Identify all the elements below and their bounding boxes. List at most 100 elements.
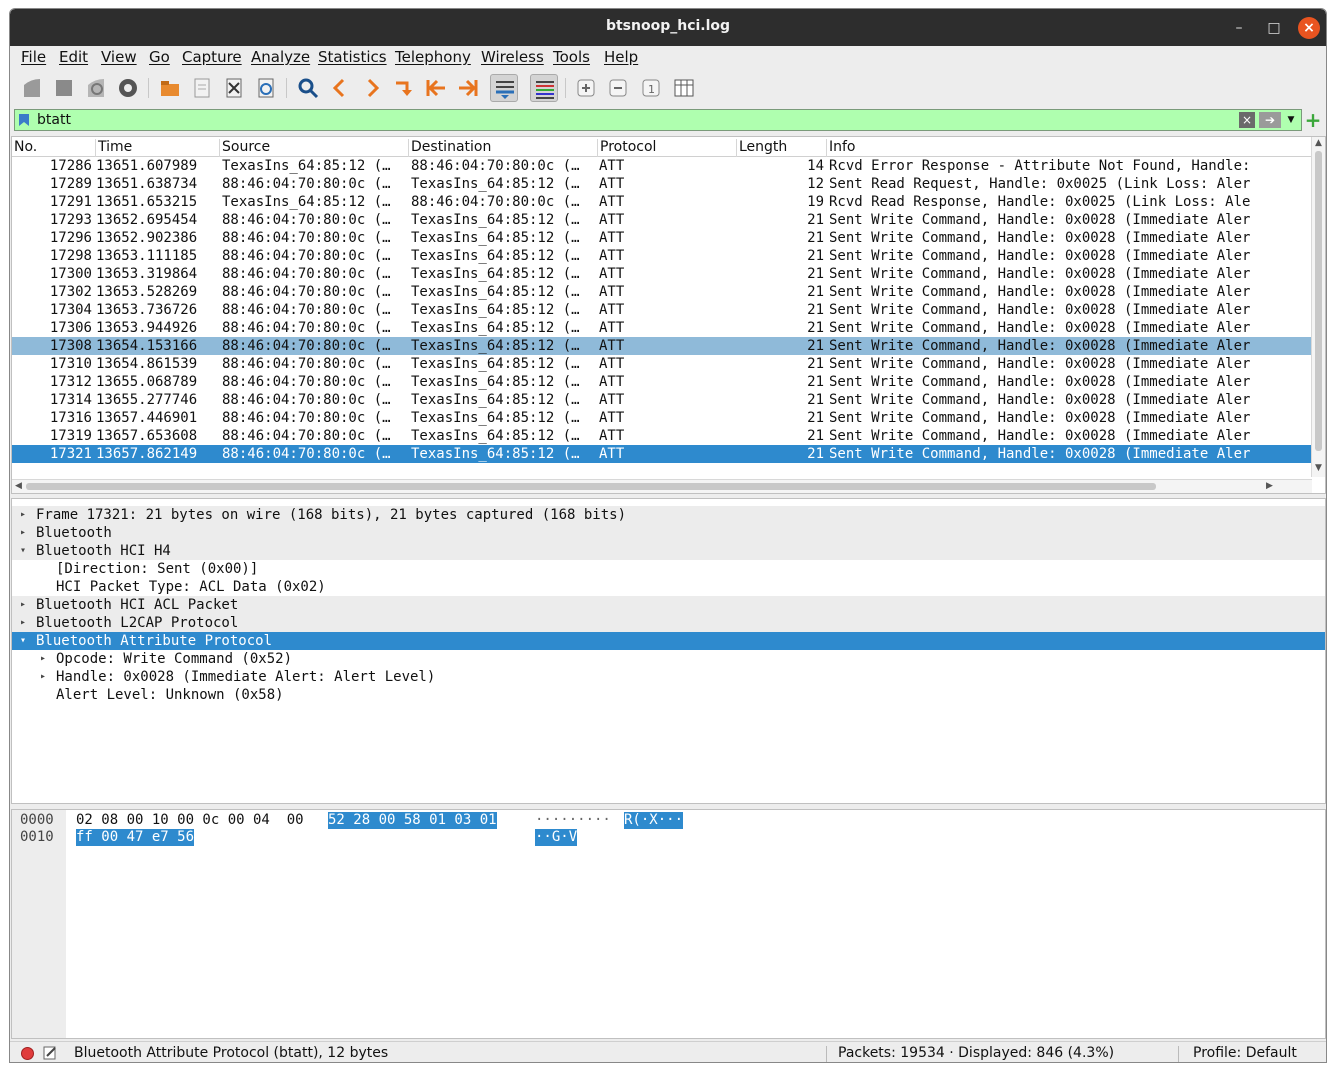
detail-tree-item[interactable]: Alert Level: Unknown (0x58) xyxy=(12,686,1325,704)
menu-statistics[interactable]: Statistics xyxy=(318,48,387,66)
menu-telephony[interactable]: Telephony xyxy=(395,48,471,66)
expanded-arrow-icon[interactable]: ▾ xyxy=(20,632,26,650)
detail-tree-item[interactable]: ▸ Handle: 0x0028 (Immediate Alert: Alert … xyxy=(12,668,1325,686)
table-row[interactable]: 17316 13657.446901 88:46:04:70:80:0c (… Tex… xyxy=(12,409,1312,427)
menu-help[interactable]: Help xyxy=(604,48,638,66)
column-no[interactable]: No. xyxy=(12,139,96,157)
detail-tree-item[interactable]: ▸ Bluetooth L2CAP Protocol xyxy=(12,614,1325,632)
detail-tree-item[interactable]: ▾ Bluetooth HCI H4 xyxy=(12,542,1325,560)
close-button[interactable]: × xyxy=(1298,17,1320,39)
status-field-info: Bluetooth Attribute Protocol (btatt), 12… xyxy=(74,1045,389,1061)
table-row[interactable]: 17304 13653.736726 88:46:04:70:80:0c (… Tex… xyxy=(12,301,1312,319)
collapsed-arrow-icon[interactable]: ▸ xyxy=(20,614,26,632)
packet-no: 17312 xyxy=(49,374,92,390)
table-row[interactable]: 17296 13652.902386 88:46:04:70:80:0c (… Tex… xyxy=(12,229,1312,247)
collapsed-arrow-icon[interactable]: ▸ xyxy=(20,596,26,614)
detail-tree-item[interactable]: ▸ Bluetooth HCI ACL Packet xyxy=(12,596,1325,614)
table-row[interactable]: 17310 13654.861539 88:46:04:70:80:0c (… Tex… xyxy=(12,355,1312,373)
table-row[interactable]: 17291 13651.653215 TexasIns_64:85:12 (… 88:… xyxy=(12,193,1312,211)
clear-filter-icon[interactable]: × xyxy=(1239,112,1255,128)
table-row[interactable]: 17306 13653.944926 88:46:04:70:80:0c (… Tex… xyxy=(12,319,1312,337)
restart-capture-icon[interactable] xyxy=(82,74,110,102)
capture-options-icon[interactable] xyxy=(114,74,142,102)
collapsed-arrow-icon[interactable]: ▸ xyxy=(40,650,46,668)
table-row[interactable]: 17308 13654.153166 88:46:04:70:80:0c (… Tex… xyxy=(12,337,1312,355)
colorize-icon[interactable] xyxy=(530,74,558,102)
minimize-button[interactable]: – xyxy=(1228,17,1250,39)
chevron-down-icon[interactable]: ▼ xyxy=(1285,112,1297,128)
go-back-icon[interactable] xyxy=(326,74,354,102)
resize-columns-icon[interactable] xyxy=(670,74,698,102)
expert-info-icon[interactable] xyxy=(21,1047,34,1060)
column-length[interactable]: Length xyxy=(737,139,827,157)
hex-row[interactable]: 0010 ff 00 47 e7 56 ··G·V xyxy=(12,829,1312,846)
normal-size-icon[interactable]: 1 xyxy=(637,74,665,102)
menu-file[interactable]: File xyxy=(21,48,46,66)
packet-list: No. Time Source Destination Protocol Len… xyxy=(11,136,1326,494)
hex-row[interactable]: 0000 02 08 00 10 00 0c 00 04 00 52 28 00… xyxy=(12,812,1312,829)
table-row[interactable]: 17314 13655.277746 88:46:04:70:80:0c (… Tex… xyxy=(12,391,1312,409)
packet-length: 21 xyxy=(807,284,824,300)
detail-tree-item[interactable]: ▸ Bluetooth xyxy=(12,524,1325,542)
column-info[interactable]: Info xyxy=(827,139,1312,157)
horizontal-scrollbar[interactable]: ◀ ▶ xyxy=(12,479,1312,493)
zoom-out-icon[interactable] xyxy=(604,74,632,102)
display-filter-bar[interactable]: btatt × ➔ ▼ xyxy=(14,109,1302,131)
go-to-packet-icon[interactable] xyxy=(390,74,418,102)
add-filter-button-icon[interactable]: + xyxy=(1303,110,1323,130)
close-file-icon[interactable] xyxy=(220,74,248,102)
last-packet-icon[interactable] xyxy=(454,74,482,102)
hex-offset: 0000 xyxy=(20,812,54,828)
menu-go[interactable]: Go xyxy=(149,48,170,66)
go-forward-icon[interactable] xyxy=(358,74,386,102)
packet-destination: TexasIns_64:85:12 (… xyxy=(411,428,580,444)
maximize-button[interactable]: □ xyxy=(1263,17,1285,39)
status-profile[interactable]: Profile: Default xyxy=(1193,1045,1297,1061)
stop-capture-icon[interactable] xyxy=(50,74,78,102)
table-row[interactable]: 17302 13653.528269 88:46:04:70:80:0c (… Tex… xyxy=(12,283,1312,301)
first-packet-icon[interactable] xyxy=(422,74,450,102)
column-source[interactable]: Source xyxy=(220,139,409,157)
menu-capture[interactable]: Capture xyxy=(182,48,242,66)
edit-comment-icon[interactable] xyxy=(43,1046,57,1060)
table-row[interactable]: 17298 13653.111185 88:46:04:70:80:0c (… Tex… xyxy=(12,247,1312,265)
zoom-in-icon[interactable] xyxy=(572,74,600,102)
apply-filter-icon[interactable]: ➔ xyxy=(1259,112,1281,128)
table-row[interactable]: 17300 13653.319864 88:46:04:70:80:0c (… Tex… xyxy=(12,265,1312,283)
bookmark-icon[interactable] xyxy=(18,113,30,127)
table-row[interactable]: 17321 13657.862149 88:46:04:70:80:0c (… Tex… xyxy=(12,445,1312,463)
table-row[interactable]: 17312 13655.068789 88:46:04:70:80:0c (… Tex… xyxy=(12,373,1312,391)
open-file-icon[interactable] xyxy=(156,74,184,102)
auto-scroll-icon[interactable] xyxy=(490,74,518,102)
packet-info: Sent Write Command, Handle: 0x0028 (Imme… xyxy=(829,230,1251,246)
detail-tree-item[interactable]: ▸ Frame 17321: 21 bytes on wire (168 bits… xyxy=(12,506,1325,524)
detail-tree-item[interactable]: ▾ Bluetooth Attribute Protocol xyxy=(12,632,1325,650)
collapsed-arrow-icon[interactable]: ▸ xyxy=(20,524,26,542)
expanded-arrow-icon[interactable]: ▾ xyxy=(20,542,26,560)
table-row[interactable]: 17293 13652.695454 88:46:04:70:80:0c (… Tex… xyxy=(12,211,1312,229)
collapsed-arrow-icon[interactable]: ▸ xyxy=(40,668,46,686)
table-row[interactable]: 17319 13657.653608 88:46:04:70:80:0c (… Tex… xyxy=(12,427,1312,445)
menu-edit[interactable]: Edit xyxy=(59,48,88,66)
hex-ascii-selected: R(·X··· xyxy=(624,812,684,829)
table-row[interactable]: 17289 13651.638734 88:46:04:70:80:0c (… Tex… xyxy=(12,175,1312,193)
packet-length: 12 xyxy=(807,176,824,192)
detail-tree-item[interactable]: [Direction: Sent (0x00)] xyxy=(12,560,1325,578)
table-row[interactable]: 17286 13651.607989 TexasIns_64:85:12 (… 88:… xyxy=(12,157,1312,175)
vertical-scrollbar[interactable]: ▲ ▼ xyxy=(1311,137,1325,477)
start-capture-icon[interactable] xyxy=(18,74,46,102)
detail-tree-item[interactable]: ▸ Opcode: Write Command (0x52) xyxy=(12,650,1325,668)
reload-file-icon[interactable] xyxy=(252,74,280,102)
find-packet-icon[interactable] xyxy=(294,74,322,102)
filter-input[interactable]: btatt xyxy=(37,112,71,128)
menu-tools[interactable]: Tools xyxy=(553,48,590,66)
save-file-icon[interactable] xyxy=(188,74,216,102)
menu-wireless[interactable]: Wireless xyxy=(481,48,544,66)
collapsed-arrow-icon[interactable]: ▸ xyxy=(20,506,26,524)
detail-tree-item[interactable]: HCI Packet Type: ACL Data (0x02) xyxy=(12,578,1325,596)
menu-view[interactable]: View xyxy=(101,48,137,66)
column-time[interactable]: Time xyxy=(96,139,220,157)
column-destination[interactable]: Destination xyxy=(409,139,598,157)
column-protocol[interactable]: Protocol xyxy=(598,139,737,157)
menu-analyze[interactable]: Analyze xyxy=(251,48,310,66)
